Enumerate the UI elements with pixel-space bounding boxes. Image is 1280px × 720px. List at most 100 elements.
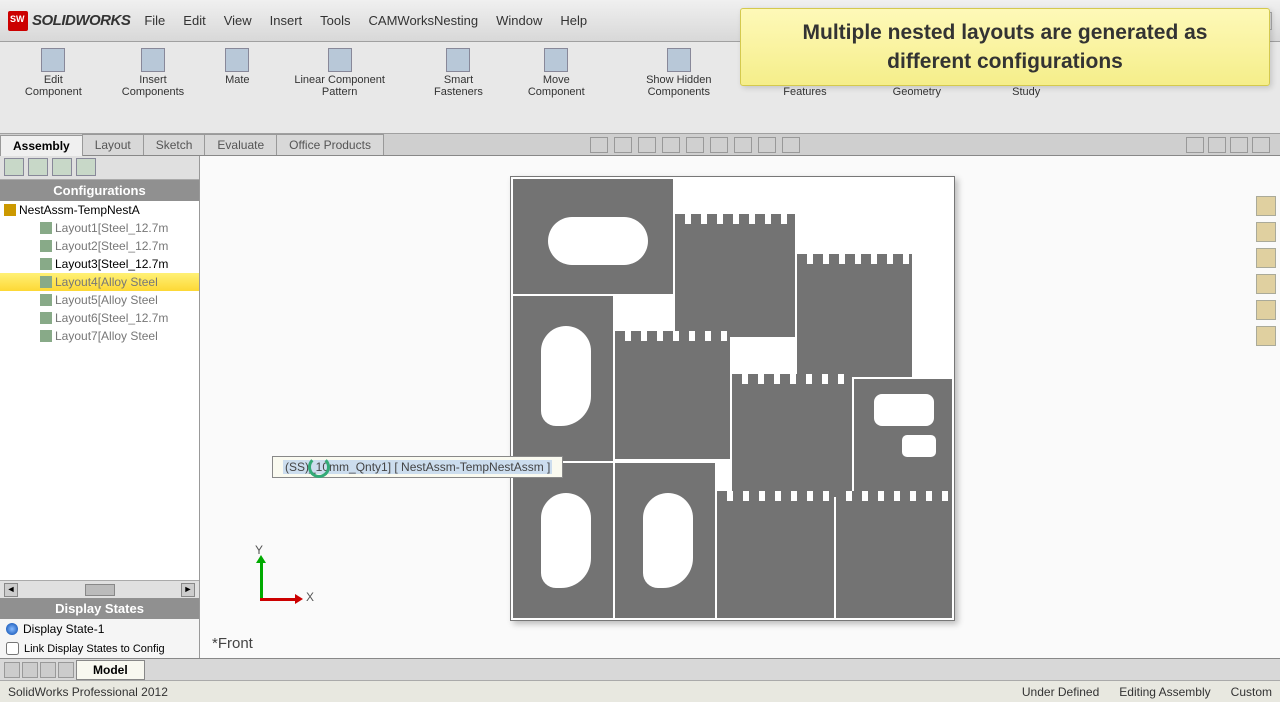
cutout — [541, 326, 591, 426]
tab-sketch[interactable]: Sketch — [143, 134, 206, 155]
tab-layout[interactable]: Layout — [82, 134, 144, 155]
view-settings-icon[interactable] — [782, 137, 800, 153]
scroll-left-icon[interactable]: ◄ — [4, 583, 18, 597]
config-icon — [40, 276, 52, 288]
maximize-icon[interactable] — [1230, 137, 1248, 153]
scroll-right-icon[interactable]: ► — [181, 583, 195, 597]
custom-props-icon[interactable] — [1256, 326, 1276, 346]
ribbon-insert-components[interactable]: Insert Components — [101, 46, 206, 100]
menu-tools[interactable]: Tools — [320, 13, 350, 28]
config-root[interactable]: NestAssm-TempNestA — [0, 201, 199, 219]
ribbon-edit-component[interactable]: Edit Component — [8, 46, 99, 100]
first-tab-icon[interactable] — [4, 662, 20, 678]
app-logo: SOLIDWORKS — [8, 11, 130, 31]
solidworks-icon — [8, 11, 28, 31]
main-menu: File Edit View Insert Tools CAMWorksNest… — [144, 13, 587, 28]
zoom-fit-icon[interactable] — [590, 137, 608, 153]
menu-help[interactable]: Help — [560, 13, 587, 28]
config-label: Layout3[Steel_12.7m — [55, 257, 168, 271]
ribbon-show-hidden[interactable]: Show Hidden Components — [608, 46, 750, 100]
status-custom: Custom — [1231, 685, 1272, 699]
config-item-2[interactable]: Layout2[Steel_12.7m — [0, 237, 199, 255]
config-item-4[interactable]: Layout4[Alloy Steel — [0, 273, 199, 291]
config-item-7[interactable]: Layout7[Alloy Steel — [0, 327, 199, 345]
view-toolbar — [590, 134, 800, 156]
menu-camworks[interactable]: CAMWorksNesting — [369, 13, 479, 28]
link-ds-checkbox[interactable] — [6, 642, 19, 655]
show-hidden-icon — [667, 48, 691, 72]
insert-components-icon — [141, 48, 165, 72]
config-icon — [40, 312, 52, 324]
prev-view-icon[interactable] — [638, 137, 656, 153]
config-item-1[interactable]: Layout1[Steel_12.7m — [0, 219, 199, 237]
config-label: Layout6[Steel_12.7m — [55, 311, 168, 325]
menu-insert[interactable]: Insert — [270, 13, 303, 28]
config-item-3[interactable]: Layout3[Steel_12.7m — [0, 255, 199, 273]
config-item-6[interactable]: Layout6[Steel_12.7m — [0, 309, 199, 327]
file-explorer-icon[interactable] — [1256, 248, 1276, 268]
annotation-callout: Multiple nested layouts are generated as… — [740, 8, 1270, 86]
property-manager-icon[interactable] — [28, 158, 48, 176]
model-tab[interactable]: Model — [76, 660, 145, 680]
tab-office[interactable]: Office Products — [276, 134, 384, 155]
resources-icon[interactable] — [1256, 196, 1276, 216]
display-style-icon[interactable] — [686, 137, 704, 153]
menu-file[interactable]: File — [144, 13, 165, 28]
restore-icon[interactable] — [1208, 137, 1226, 153]
feature-tree-icon[interactable] — [4, 158, 24, 176]
app-name: SOLIDWORKS — [32, 12, 130, 29]
task-pane — [1256, 196, 1276, 346]
config-icon — [40, 330, 52, 342]
part-teeth — [615, 331, 730, 341]
zoom-area-icon[interactable] — [614, 137, 632, 153]
x-label: X — [306, 590, 314, 604]
nest-sheet — [510, 176, 955, 621]
graphics-viewport[interactable]: (SS)_10mm_Qnty1] [ NestAssm-TempNestAssm… — [200, 156, 1280, 658]
cutout — [548, 217, 648, 265]
nested-part — [675, 222, 795, 337]
minimize-icon[interactable] — [1186, 137, 1204, 153]
ribbon-move-component[interactable]: Move Component — [507, 46, 606, 100]
scroll-thumb[interactable] — [85, 584, 115, 596]
ribbon-linear-pattern[interactable]: Linear Component Pattern — [269, 46, 410, 100]
cutout — [541, 493, 591, 588]
next-tab-icon[interactable] — [40, 662, 56, 678]
tree-scrollbar[interactable]: ◄ ► — [0, 580, 199, 598]
tab-assembly[interactable]: Assembly — [0, 135, 83, 156]
config-item-5[interactable]: Layout5[Alloy Steel — [0, 291, 199, 309]
scene-icon[interactable] — [758, 137, 776, 153]
motion-tabs: Model — [0, 658, 1280, 680]
design-library-icon[interactable] — [1256, 222, 1276, 242]
part-teeth — [797, 254, 912, 264]
status-version: SolidWorks Professional 2012 — [8, 685, 168, 699]
section-view-icon[interactable] — [662, 137, 680, 153]
last-tab-icon[interactable] — [58, 662, 74, 678]
menu-view[interactable]: View — [224, 13, 252, 28]
appearance-icon[interactable] — [734, 137, 752, 153]
prev-tab-icon[interactable] — [22, 662, 38, 678]
part-teeth — [717, 491, 834, 501]
menu-edit[interactable]: Edit — [183, 13, 205, 28]
nested-part — [717, 499, 834, 618]
ribbon-mate[interactable]: Mate — [207, 46, 267, 88]
config-manager-icon[interactable] — [52, 158, 72, 176]
ribbon-smart-fasteners[interactable]: Smart Fasteners — [412, 46, 505, 100]
busy-cursor-icon — [308, 456, 330, 478]
config-icon — [40, 294, 52, 306]
tab-evaluate[interactable]: Evaluate — [204, 134, 277, 155]
configurations-header: Configurations — [0, 180, 199, 201]
cutout — [874, 394, 934, 426]
dimxpert-icon[interactable] — [76, 158, 96, 176]
display-state-label: Display State-1 — [23, 622, 104, 636]
doc-window-controls — [1186, 134, 1270, 156]
part-teeth — [732, 374, 852, 384]
link-display-states-row: Link Display States to Config — [0, 639, 199, 658]
command-tabs: Assembly Layout Sketch Evaluate Office P… — [0, 134, 1280, 156]
view-palette-icon[interactable] — [1256, 274, 1276, 294]
appearances-icon[interactable] — [1256, 300, 1276, 320]
close-icon[interactable] — [1252, 137, 1270, 153]
menu-window[interactable]: Window — [496, 13, 542, 28]
hide-show-icon[interactable] — [710, 137, 728, 153]
config-label: Layout7[Alloy Steel — [55, 329, 158, 343]
display-state-item[interactable]: Display State-1 — [0, 619, 199, 639]
